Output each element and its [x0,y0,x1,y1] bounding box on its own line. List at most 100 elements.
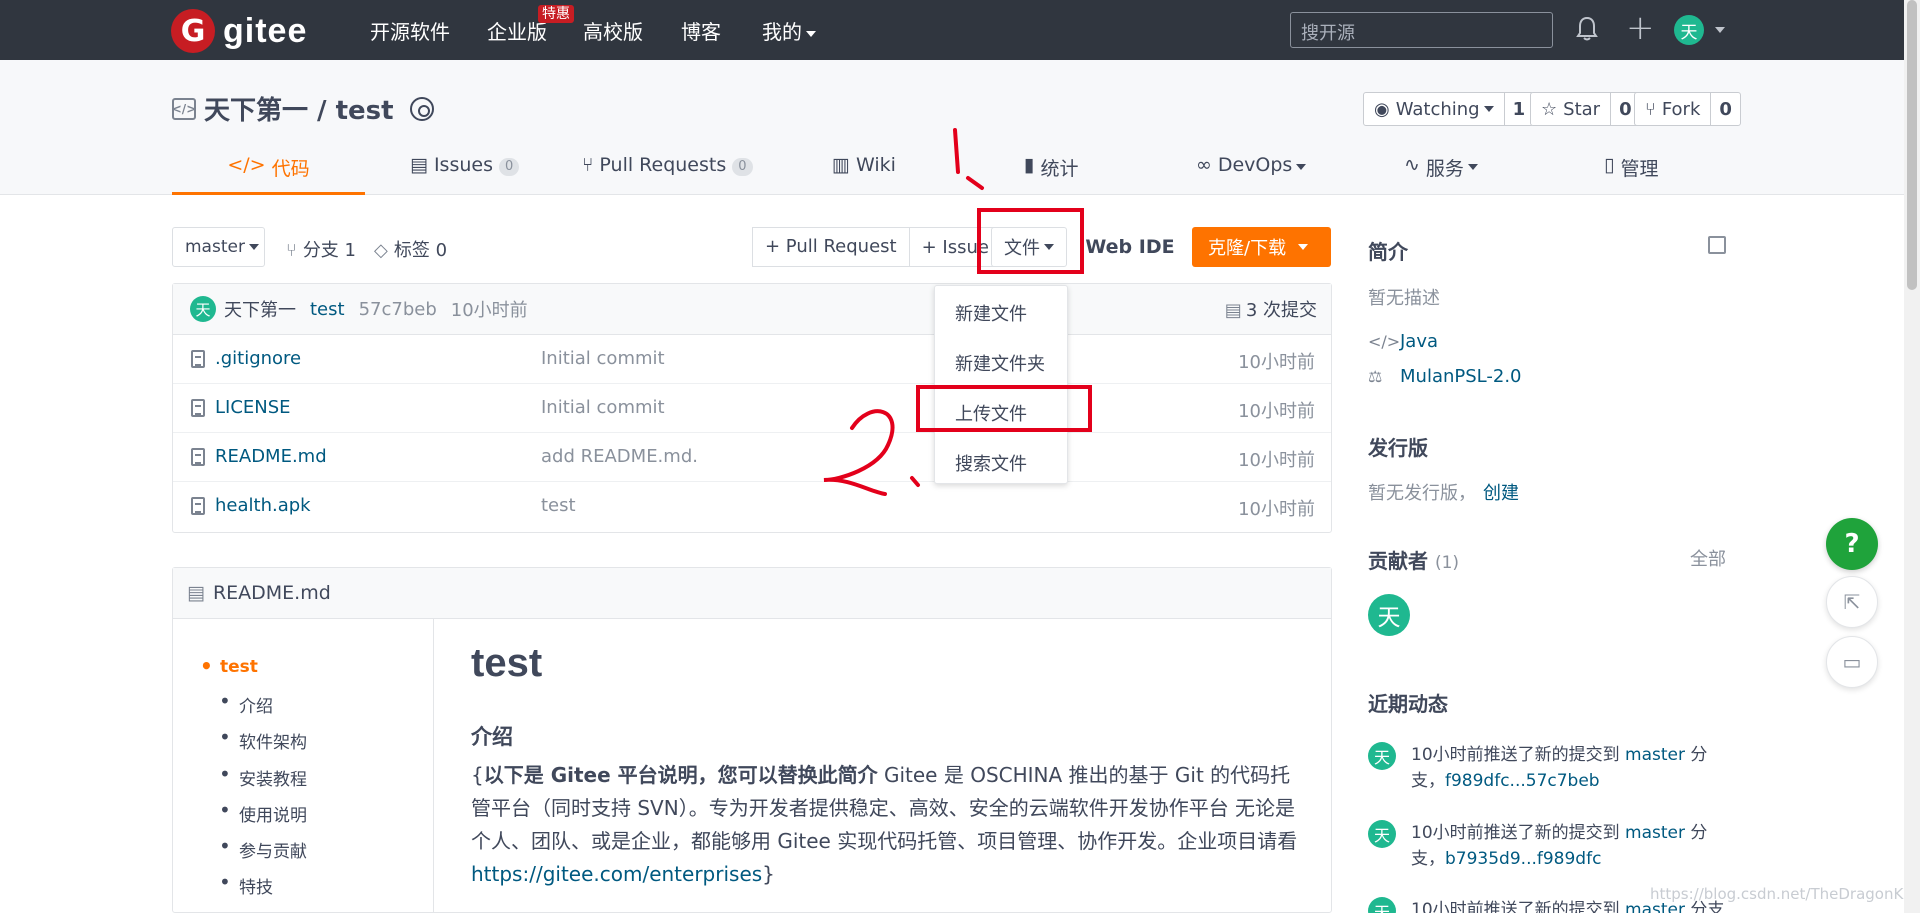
avatar[interactable]: 天 [190,296,216,322]
create-release-link[interactable]: 创建 [1483,479,1519,505]
nav-education[interactable]: 高校版 [583,16,643,45]
edit-icon[interactable] [1708,236,1726,254]
branch-label: master [185,237,245,257]
issues-icon: ▤ [410,154,428,176]
tab-issues[interactable]: ▤ Issues 0 [410,150,520,195]
file-name[interactable]: .gitignore [215,348,301,369]
table-row[interactable]: LICENSE Initial commit 10小时前 [173,384,1331,433]
activity-item: 10小时前推送了新的提交到 master 分支，b7935d9...f989df… [1411,820,1731,872]
tab-services[interactable]: ∿ 服务 [1404,150,1478,195]
toc-item[interactable]: 使用说明 [219,798,307,826]
branch-icon: ⑂ [286,240,297,261]
tab-code[interactable]: </> 代码 [172,150,365,195]
fork-button[interactable]: ⑂ Fork 0 [1634,92,1741,126]
tab-manage-label: 管理 [1620,158,1659,180]
file-commit-message[interactable]: add README.md. [541,446,698,467]
table-row[interactable]: README.md add README.md. 10小时前 [173,433,1331,482]
readme-toc: test 介绍 软件架构 安装教程 使用说明 参与贡献 特技 [173,619,434,913]
table-row[interactable]: health.apk test 10小时前 [173,482,1331,531]
chart-icon: ▮ [1024,154,1035,176]
nav-open-source[interactable]: 开源软件 [370,16,450,45]
fork-count[interactable]: 0 [1710,93,1740,125]
commit-message[interactable]: test [310,299,345,320]
license-link[interactable]: MulanPSL-2.0 [1400,366,1522,387]
tab-manage[interactable]: ▯ 管理 [1604,150,1658,195]
toc-item[interactable]: 安装教程 [219,762,307,790]
file-name[interactable]: LICENSE [215,397,291,418]
table-row[interactable]: .gitignore Initial commit 10小时前 [173,335,1331,384]
avatar[interactable]: 天 [1674,15,1704,45]
help-button[interactable]: ? [1826,518,1878,570]
file-time: 10小时前 [1238,450,1315,471]
search-input[interactable]: 搜开源 [1290,12,1553,48]
activity-text: 10小时前推送了新的提交到 [1411,823,1626,843]
chevron-down-icon[interactable] [1715,27,1725,33]
menu-item-new-folder[interactable]: 新建文件夹 [955,350,1045,376]
chevron-down-icon [1296,164,1307,170]
nav-mine[interactable]: 我的 [762,16,816,45]
file-commit-message[interactable]: test [541,495,576,516]
toc-item[interactable]: 特技 [219,870,273,898]
commit-author[interactable]: 天下第一 [224,296,296,322]
branches-link[interactable]: ⑂ 分支 1 [286,236,356,262]
toc-item[interactable]: test [200,654,258,678]
toc-item[interactable]: 介绍 [219,689,273,717]
tags-label: 标签 0 [393,240,448,261]
watch-button[interactable]: ◉ Watching 1 [1363,92,1535,126]
nav-blog[interactable]: 博客 [681,16,721,45]
activity-commit-range[interactable]: f989dfc...57c7beb [1445,771,1600,791]
readme-paragraph: {以下是 Gitee 平台说明，您可以替换此简介 Gitee 是 OSCHINA… [471,759,1303,891]
commit-time: 10小时前 [450,300,528,321]
readme-brace-close: } [762,862,775,886]
contributors-title: 贡献者 (1) [1368,545,1459,574]
commit-count-link[interactable]: ▤ 3 次提交 [1225,296,1317,322]
avatar[interactable]: 天 [1368,594,1410,636]
contributors-all-link[interactable]: 全部 [1690,545,1726,571]
chat-icon[interactable]: ▭ [1826,636,1878,688]
menu-item-search-file[interactable]: 搜索文件 [955,450,1027,476]
badge-icon[interactable] [409,96,434,121]
tab-pull-requests[interactable]: ⑂ Pull Requests 0 [582,150,753,195]
file-name[interactable]: README.md [215,446,327,467]
star-icon: ☆ [1541,98,1558,120]
new-pull-request-button[interactable]: + Pull Request [753,228,910,266]
share-icon[interactable]: ⇱ [1826,576,1878,628]
readme-link[interactable]: https://gitee.com/enterprises [471,862,762,886]
file-commit-message[interactable]: Initial commit [541,348,665,369]
menu-item-new-file[interactable]: 新建文件 [955,300,1027,326]
gitee-logo[interactable]: G gitee [171,9,307,53]
commit-count: 3 次提交 [1245,300,1317,321]
tab-issues-label: Issues [433,154,493,176]
file-name[interactable]: health.apk [215,495,311,516]
star-label: Star [1563,98,1601,120]
file-commit-message[interactable]: Initial commit [541,397,665,418]
avatar[interactable]: 天 [1368,820,1396,848]
latest-commit-bar: 天 天下第一 test 57c7beb 10小时前 ▤ 3 次提交 [173,284,1331,335]
language-link[interactable]: Java [1400,331,1438,352]
bell-icon[interactable] [1576,16,1598,42]
scrollbar-thumb[interactable] [1907,0,1917,290]
toc-item[interactable]: 软件架构 [219,725,307,753]
plus-icon[interactable]: + [1626,10,1655,46]
activity-commit-range[interactable]: b7935d9...f989dfc [1445,849,1601,869]
tab-pr-label: Pull Requests [599,154,727,176]
clone-download-button[interactable]: 克隆/下载 [1192,227,1331,267]
activity-branch-link[interactable]: master [1625,745,1685,765]
annotation-box-file-button [977,208,1084,274]
readme-brace-open: { [471,763,484,787]
tab-stats-label: 统计 [1040,158,1079,180]
web-ide-button[interactable]: Web IDE [1082,227,1178,267]
toc-item[interactable]: 参与贡献 [219,834,307,862]
code-icon: </> [227,154,266,176]
tags-link[interactable]: ◇ 标签 0 [374,236,447,262]
avatar[interactable]: 天 [1368,742,1396,770]
commit-hash[interactable]: 57c7beb [359,299,437,320]
tab-devops[interactable]: ∞ DevOps [1196,150,1307,195]
star-button[interactable]: ☆ Star 0 [1530,92,1641,126]
repo-title-text[interactable]: 天下第一 / test [204,90,394,127]
activity-branch-link[interactable]: master [1625,823,1685,843]
tab-stats[interactable]: ▮ 统计 [1024,150,1078,195]
watch-count[interactable]: 1 [1503,93,1534,125]
tab-wiki[interactable]: ▥ Wiki [832,150,896,195]
branch-select[interactable]: master [172,227,265,267]
